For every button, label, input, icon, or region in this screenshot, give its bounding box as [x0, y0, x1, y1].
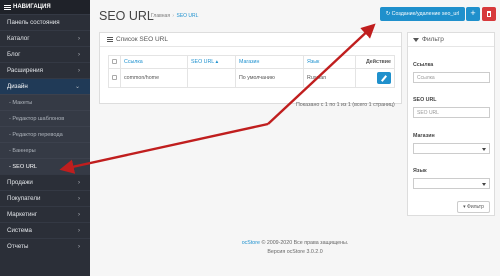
chevron-right-icon: ›: [78, 36, 80, 42]
footer-copyright: ocStore © 2009-2020 Все права защищены.: [241, 240, 349, 246]
pencil-icon: [380, 75, 388, 82]
chevron-right-icon: ›: [78, 196, 80, 202]
sidebar-subitem-seo-url[interactable]: - SEO URL: [0, 158, 90, 174]
column-link[interactable]: Ссылка: [120, 55, 188, 69]
chevron-down-icon: ⌄: [74, 84, 80, 90]
filter-seo-url-input[interactable]: SEO URL: [413, 107, 490, 118]
filter-link-label: Ссылка: [413, 62, 434, 68]
cell-seo-url: [187, 68, 236, 88]
sidebar-item-reports[interactable]: Отчеты ›: [0, 238, 90, 254]
add-button[interactable]: +: [466, 7, 480, 21]
filter-link-input[interactable]: Ссылка: [413, 72, 490, 83]
row-checkbox[interactable]: [112, 74, 117, 80]
filter-panel-title: Фильтр: [422, 35, 444, 43]
sidebar-item-sales[interactable]: Продажи ›: [0, 174, 90, 190]
column-store[interactable]: Магазин: [235, 55, 304, 69]
sidebar-subitem-theme-editor[interactable]: - Редактор шаблонов: [0, 110, 90, 126]
sidebar-item-dashboard[interactable]: Панель состояния: [0, 14, 90, 30]
breadcrumb-home[interactable]: Главная: [151, 13, 170, 19]
navigation-header-label: НАВИГАЦИЯ: [13, 4, 51, 10]
sidebar-item-marketing[interactable]: Маркетинг ›: [0, 206, 90, 222]
footer-version: Версия ocStore 3.0.2.0: [267, 249, 323, 255]
chevron-down-icon: [482, 183, 486, 186]
navigation-header: НАВИГАЦИЯ: [0, 0, 90, 14]
filter-seo-url-label: SEO URL: [413, 97, 437, 103]
cell-link: common/home: [120, 68, 188, 88]
trash-icon: [487, 11, 491, 17]
column-language[interactable]: Язык: [303, 55, 356, 69]
chevron-down-icon: [482, 148, 486, 151]
table-row: common/home По умолчанию Russian: [108, 68, 395, 88]
cell-store: По умолчанию: [235, 68, 304, 88]
pagination-text: Показано с 1 по 1 из 1 (всего 1 страниц): [296, 102, 395, 108]
filter-language-label: Язык: [413, 168, 427, 174]
list-panel-title: Список SEO URL: [116, 35, 168, 43]
sidebar-subitem-translation-editor[interactable]: - Редактор перевода: [0, 126, 90, 142]
list-panel-header: Список SEO URL: [100, 33, 401, 47]
cell-language: Russian: [303, 68, 356, 88]
select-all-checkbox[interactable]: [112, 58, 117, 64]
sidebar-subitem-layouts[interactable]: - Макеты: [0, 94, 90, 110]
filter-icon: ▾: [463, 204, 466, 210]
filter-button[interactable]: ▾ Фильтр: [457, 201, 490, 213]
table-header-row: Ссылка SEO URL ▴ Магазин Язык Действие: [108, 55, 395, 69]
sidebar: НАВИГАЦИЯ Панель состояния Каталог › Блог…: [0, 0, 90, 276]
chevron-right-icon: ›: [78, 228, 80, 234]
seo-url-table: Ссылка SEO URL ▴ Магазин Язык Действие c…: [108, 55, 395, 88]
plus-icon: +: [470, 8, 476, 18]
sidebar-subitem-banners[interactable]: - Баннеры: [0, 142, 90, 158]
sidebar-item-design[interactable]: Дизайн ⌄: [0, 78, 90, 94]
filter-panel-header: Фильтр: [408, 33, 494, 47]
sidebar-item-catalog[interactable]: Каталог ›: [0, 30, 90, 46]
sidebar-item-blog[interactable]: Блог ›: [0, 46, 90, 62]
filter-icon: [413, 37, 419, 42]
filter-panel: Фильтр Ссылка Ссылка SEO URL SEO URL Маг…: [407, 32, 495, 216]
footer-brand-link[interactable]: ocStore: [242, 240, 260, 246]
seo-url-list-panel: Список SEO URL Ссылка SEO URL ▴ Магазин …: [99, 32, 402, 108]
sidebar-item-system[interactable]: Система ›: [0, 222, 90, 238]
filter-store-label: Магазин: [413, 133, 435, 139]
chevron-right-icon: ›: [78, 212, 80, 218]
page-title: SEO URL: [99, 9, 154, 23]
main-content: SEO URL Главная › SEO URL ↻ Создание/уда…: [90, 0, 500, 276]
refresh-icon: ↻: [385, 11, 391, 17]
menu-icon: [4, 4, 11, 10]
chevron-right-icon: ›: [78, 68, 80, 74]
filter-store-select[interactable]: [413, 143, 490, 154]
create-delete-seo-url-button[interactable]: ↻ Создание/удаление seo_url: [380, 7, 465, 21]
filter-language-select[interactable]: [413, 178, 490, 189]
breadcrumb-seo-url[interactable]: SEO URL: [176, 13, 198, 19]
sidebar-item-extensions[interactable]: Расширения ›: [0, 62, 90, 78]
breadcrumb: Главная › SEO URL: [151, 13, 199, 19]
chevron-right-icon: ›: [78, 52, 80, 58]
edit-button[interactable]: [377, 72, 391, 84]
chevron-right-icon: ›: [78, 244, 80, 250]
chevron-right-icon: ›: [78, 180, 80, 186]
column-seo-url[interactable]: SEO URL ▴: [187, 55, 236, 69]
sidebar-item-customers[interactable]: Покупатели ›: [0, 190, 90, 206]
delete-button[interactable]: [482, 7, 496, 21]
sort-ascending-icon: ▴: [215, 59, 219, 65]
column-action: Действие: [355, 55, 395, 69]
list-icon: [107, 37, 113, 42]
